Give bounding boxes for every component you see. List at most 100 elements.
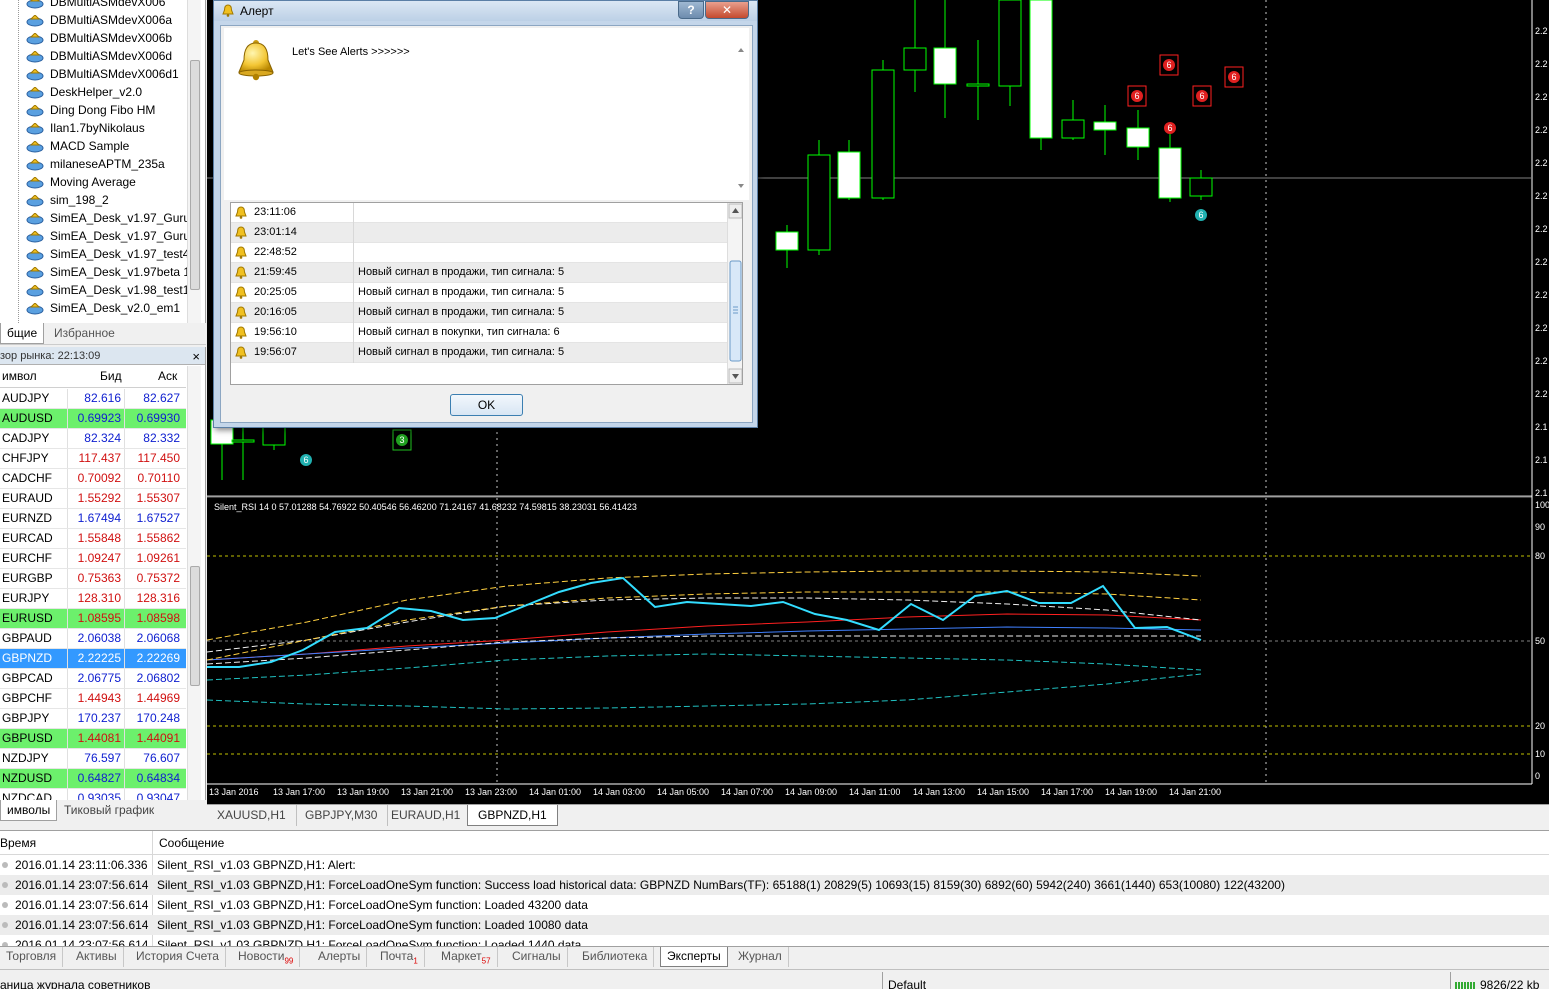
message-scrollbar[interactable] bbox=[734, 42, 748, 192]
tab-tick-chart[interactable]: Тиковый график bbox=[58, 800, 160, 821]
bell-icon bbox=[234, 38, 278, 85]
expert-advisor-icon bbox=[26, 68, 44, 81]
expert-advisor-icon bbox=[26, 122, 44, 135]
terminal-tabs: Торговля Активы История Счета Новости99 Алер… bbox=[0, 946, 1549, 967]
rsi-axis-label: 20 bbox=[1535, 721, 1546, 731]
market-watch-row[interactable]: AUDJPY 82.616 82.627 bbox=[0, 389, 186, 409]
navigator-scrollbar[interactable] bbox=[187, 0, 201, 323]
market-watch-row[interactable]: CADJPY 82.324 82.332 bbox=[0, 429, 186, 449]
column-divider bbox=[353, 343, 354, 363]
log-level-icon bbox=[2, 882, 8, 888]
navigator-item-label: MACD Sample bbox=[50, 139, 130, 153]
alert-row[interactable]: 23:01:14 bbox=[231, 223, 727, 243]
market-watch-row[interactable]: CADCHF 0.70092 0.70110 bbox=[0, 469, 186, 489]
bid-price: 1.55848 bbox=[67, 529, 123, 548]
alert-row[interactable]: 22:48:52 bbox=[231, 243, 727, 263]
journal-row[interactable]: 2016.01.14 23:07:56.614 Silent_RSI_v1.03 … bbox=[0, 875, 1549, 895]
chart-tab[interactable]: EURAUD,H1 bbox=[381, 805, 472, 826]
alert-row[interactable]: 20:16:05 Новый сигнал в продажи, тип сигн… bbox=[231, 303, 727, 323]
alert-time: 20:25:05 bbox=[254, 286, 297, 298]
market-watch-row[interactable]: NZDCAD 0.93035 0.93047 bbox=[0, 789, 186, 800]
time-axis-label: 14 Jan 07:00 bbox=[721, 787, 774, 797]
candle-body bbox=[1158, 147, 1182, 199]
help-button[interactable]: ? bbox=[678, 1, 704, 19]
market-watch-row[interactable]: GBPCHF 1.44943 1.44969 bbox=[0, 689, 186, 709]
terminal-tab[interactable]: Новости99 bbox=[232, 947, 301, 967]
market-watch-row[interactable]: EURUSD 1.08595 1.08598 bbox=[0, 609, 186, 629]
time-axis-label: 13 Jan 23:00 bbox=[465, 787, 518, 797]
chart-tab[interactable]: GBPJPY,M30 bbox=[295, 805, 389, 826]
column-divider bbox=[353, 263, 354, 283]
market-watch-row[interactable]: GBPJPY 170.237 170.248 bbox=[0, 709, 186, 729]
terminal-tab[interactable]: Библиотека bbox=[576, 947, 655, 967]
symbol-name: NZDCAD bbox=[2, 791, 52, 800]
symbol-name: AUDJPY bbox=[2, 391, 50, 405]
market-watch-row[interactable]: GBPNZD 2.22225 2.22269 bbox=[0, 649, 186, 669]
navigator-item-label: milaneseAPTM_235a bbox=[50, 157, 165, 171]
market-watch-row[interactable]: EURCAD 1.55848 1.55862 bbox=[0, 529, 186, 549]
journal-row[interactable]: 2016.01.14 23:11:06.336 Silent_RSI_v1.03 … bbox=[0, 855, 1549, 875]
alert-row[interactable]: 19:56:07 Новый сигнал в продажи, тип сигн… bbox=[231, 343, 727, 363]
market-watch-row[interactable]: AUDUSD 0.69923 0.69930 bbox=[0, 409, 186, 429]
scrollbar-thumb[interactable] bbox=[190, 60, 200, 290]
bell-icon bbox=[222, 4, 234, 20]
market-watch-row[interactable]: EURAUD 1.55292 1.55307 bbox=[0, 489, 186, 509]
scrollbar-thumb[interactable] bbox=[190, 566, 200, 686]
close-icon[interactable]: × bbox=[192, 348, 200, 366]
bid-price: 1.44943 bbox=[67, 689, 123, 708]
column-time[interactable]: Время bbox=[0, 836, 36, 850]
tab-common[interactable]: бщие bbox=[0, 323, 45, 344]
market-watch-scrollbar[interactable] bbox=[187, 366, 201, 800]
chart-tab[interactable]: GBPNZD,H1 bbox=[467, 805, 558, 826]
tab-symbols[interactable]: имволы bbox=[0, 800, 58, 821]
navigator-item-label: Ding Dong Fibo HM bbox=[50, 103, 156, 117]
market-watch-row[interactable]: EURJPY 128.310 128.316 bbox=[0, 589, 186, 609]
bid-price: 0.75363 bbox=[67, 569, 123, 588]
alert-row[interactable]: 20:25:05 Новый сигнал в продажи, тип сигн… bbox=[231, 283, 727, 303]
connection-icon bbox=[1455, 979, 1477, 989]
market-watch-row[interactable]: EURCHF 1.09247 1.09261 bbox=[0, 549, 186, 569]
column-symbol[interactable]: имвол bbox=[2, 369, 37, 383]
alert-row[interactable]: 23:11:06 bbox=[231, 203, 727, 223]
column-ask[interactable]: Аск bbox=[158, 369, 177, 383]
market-watch-row[interactable]: GBPCAD 2.06775 2.06802 bbox=[0, 669, 186, 689]
expert-advisor-icon bbox=[26, 248, 44, 261]
market-watch-row[interactable]: EURNZD 1.67494 1.67527 bbox=[0, 509, 186, 529]
column-message[interactable]: Сообщение bbox=[159, 836, 224, 850]
terminal-tab[interactable]: Эксперты bbox=[660, 947, 728, 967]
terminal-tab[interactable]: Маркет57 bbox=[435, 947, 498, 967]
market-watch-row[interactable]: CHFJPY 117.437 117.450 bbox=[0, 449, 186, 469]
tab-badge: 1 bbox=[413, 956, 418, 966]
terminal-tab[interactable]: Активы bbox=[70, 947, 124, 967]
close-button[interactable]: ✕ bbox=[705, 1, 749, 19]
ma-blue-line bbox=[207, 626, 1202, 661]
band-cyan-line bbox=[207, 673, 1202, 710]
alert-row[interactable]: 21:59:45 Новый сигнал в продажи, тип сигн… bbox=[231, 263, 727, 283]
traffic-text: 9826/22 kb bbox=[1480, 978, 1540, 989]
tab-favorites[interactable]: Избранное bbox=[48, 323, 121, 344]
journal-row[interactable]: 2016.01.14 23:07:56.614 Silent_RSI_v1.03 … bbox=[0, 895, 1549, 915]
terminal-tab[interactable]: Алерты bbox=[312, 947, 368, 967]
market-watch-row[interactable]: GBPUSD 1.44081 1.44091 bbox=[0, 729, 186, 749]
time-axis-label: 14 Jan 13:00 bbox=[913, 787, 966, 797]
chart-tab[interactable]: XAUUSD,H1 bbox=[207, 805, 297, 826]
log-message: Silent_RSI_v1.03 GBPNZD,H1: ForceLoadOne… bbox=[157, 918, 588, 932]
market-watch-row[interactable]: NZDUSD 0.64827 0.64834 bbox=[0, 769, 186, 789]
terminal-tab[interactable]: Сигналы bbox=[506, 947, 568, 967]
market-watch-row[interactable]: EURGBP 0.75363 0.75372 bbox=[0, 569, 186, 589]
column-bid[interactable]: Бид bbox=[100, 369, 122, 383]
alert-titlebar[interactable]: Алерт ? ✕ bbox=[214, 1, 757, 21]
ok-button[interactable]: OK bbox=[450, 394, 523, 416]
terminal-tab[interactable]: Почта1 bbox=[374, 947, 425, 967]
market-watch-row[interactable]: NZDJPY 76.597 76.607 bbox=[0, 749, 186, 769]
alert-row[interactable]: 19:56:10 Новый сигнал в покупки, тип сигн… bbox=[231, 323, 727, 343]
terminal-tab[interactable]: История Счета bbox=[130, 947, 226, 967]
terminal-tab[interactable]: Журнал bbox=[732, 947, 789, 967]
market-watch-row[interactable]: GBPAUD 2.06038 2.06068 bbox=[0, 629, 186, 649]
journal-row[interactable]: 2016.01.14 23:07:56.614 Silent_RSI_v1.03 … bbox=[0, 915, 1549, 935]
price-axis-label: 2.2 bbox=[1535, 26, 1548, 36]
terminal-tab[interactable]: Торговля bbox=[0, 947, 64, 967]
price-axis-label: 2.2 bbox=[1535, 323, 1548, 333]
alert-list-scrollbar[interactable] bbox=[727, 203, 742, 384]
bid-price: 1.55292 bbox=[67, 489, 123, 508]
